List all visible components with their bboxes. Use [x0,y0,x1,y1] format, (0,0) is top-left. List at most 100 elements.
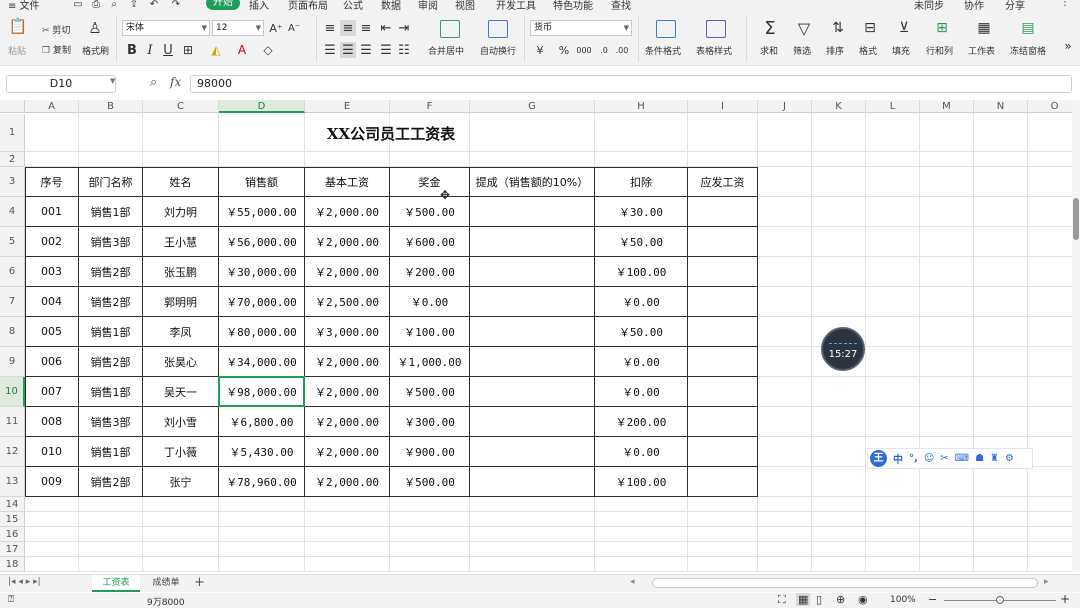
format-button[interactable]: 格式 [859,44,877,57]
table-cell[interactable]: 001 [25,197,79,227]
table-cell[interactable]: ￥0.00 [595,437,688,467]
formula-input[interactable]: 98000 [190,75,1072,93]
table-cell[interactable]: ￥0.00 [595,287,688,317]
row-col-button[interactable]: 行和列 [926,44,953,57]
table-cell[interactable] [470,197,595,227]
table-cell[interactable] [688,467,758,497]
table-cell[interactable]: ￥500.00 [390,467,470,497]
column-header[interactable]: N [974,100,1028,113]
menu-insert[interactable]: 插入 [249,0,269,12]
wrap-text-button[interactable]: 自动换行 [480,44,516,57]
table-cell[interactable]: ￥900.00 [390,437,470,467]
worksheet-button[interactable]: 工作表 [968,44,995,57]
vertical-scroll-thumb[interactable] [1073,198,1079,240]
row-header[interactable]: 16 [0,527,25,542]
menu-view[interactable]: 视图 [455,0,475,12]
table-header-cell[interactable]: 序号 [25,167,79,197]
copy-button[interactable]: ❐ 复制 [42,43,71,56]
table-cell[interactable]: ￥200.00 [390,257,470,287]
menu-review[interactable]: 审阅 [418,0,438,12]
percent-icon[interactable]: % [556,42,572,58]
table-cell[interactable] [470,287,595,317]
select-all-corner[interactable] [0,100,25,113]
row-header[interactable]: 6 [0,257,25,287]
table-cell[interactable]: 销售2部 [79,467,143,497]
table-cell[interactable]: ￥2,000.00 [305,257,390,287]
number-format-select[interactable]: 货币 ▼ [530,20,632,36]
font-size-select[interactable]: 12 ▼ [212,20,264,36]
table-cell[interactable]: ￥6,800.00 [219,407,305,437]
eye-icon[interactable]: ◉ [858,593,868,606]
align-right-icon[interactable]: ☰ [358,42,374,58]
indent-decrease-icon[interactable]: ⇤ [378,20,394,36]
table-cell[interactable]: 010 [25,437,79,467]
table-cell[interactable]: 销售2部 [79,287,143,317]
table-cell[interactable]: 王小慧 [143,227,219,257]
table-cell[interactable] [688,377,758,407]
increase-decimal-icon[interactable]: .0 [596,42,612,58]
table-cell[interactable]: 李凤 [143,317,219,347]
column-header[interactable]: M [920,100,974,113]
table-cell[interactable]: 005 [25,317,79,347]
table-cell[interactable] [470,257,595,287]
table-header-cell[interactable]: 奖金 [390,167,470,197]
column-header[interactable]: A [25,100,79,113]
indent-increase-icon[interactable]: ⇥ [396,20,412,36]
row-header[interactable]: 2 [0,152,25,167]
row-header[interactable]: 5 [0,227,25,257]
table-cell[interactable]: ￥50.00 [595,227,688,257]
page-break-icon[interactable]: ⊕ [836,593,845,606]
column-header[interactable]: K [812,100,866,113]
column-header[interactable]: F [390,100,470,113]
table-cell[interactable]: 丁小薇 [143,437,219,467]
zoom-in-icon[interactable]: + [1060,592,1070,606]
underline-icon[interactable]: U [160,42,176,58]
column-header[interactable]: H [595,100,688,113]
table-cell[interactable]: 销售2部 [79,347,143,377]
row-header[interactable]: 14 [0,497,25,512]
table-cell[interactable] [470,317,595,347]
table-cell[interactable]: 004 [25,287,79,317]
row-header[interactable]: 11 [0,407,25,437]
sync-status[interactable]: 未同步 [914,0,944,12]
name-box[interactable]: D10 [6,75,116,93]
table-cell[interactable]: ￥100.00 [390,317,470,347]
column-header[interactable]: G [470,100,595,113]
format-painter-button[interactable]: 格式刷 [82,44,109,57]
table-cell[interactable] [470,467,595,497]
table-cell[interactable]: 张昊心 [143,347,219,377]
table-cell[interactable] [688,317,758,347]
row-header[interactable]: 7 [0,287,25,317]
distribute-icon[interactable]: ☷ [396,42,412,58]
zoom-out-icon[interactable]: − [928,593,937,606]
conditional-format-button[interactable]: 条件格式 [645,44,681,57]
row-header[interactable]: 17 [0,542,25,557]
bold-icon[interactable]: B [124,42,140,58]
table-cell[interactable]: ￥78,960.00 [219,467,305,497]
emoji-icon[interactable]: ☺ [924,453,934,464]
table-cell[interactable]: ￥80,000.00 [219,317,305,347]
column-header[interactable]: J [758,100,812,113]
table-cell[interactable]: ￥500.00 [390,197,470,227]
decrease-decimal-icon[interactable]: .00 [614,42,630,58]
table-cell[interactable]: ￥2,500.00 [305,287,390,317]
table-cell[interactable]: ￥2,000.00 [305,197,390,227]
table-cell[interactable]: ￥200.00 [595,407,688,437]
table-cell[interactable]: ￥30.00 [595,197,688,227]
fill-button[interactable]: 填充 [892,44,910,57]
collaborate-button[interactable]: 协作 [964,0,984,12]
column-header[interactable]: L [866,100,920,113]
normal-view-icon[interactable]: ▦ [796,593,811,606]
thousands-icon[interactable]: 000 [576,42,592,58]
table-cell[interactable]: 销售1部 [79,437,143,467]
table-cell[interactable]: 003 [25,257,79,287]
tab-nav-icon[interactable]: |◂ ◂ ▸ ▸| [8,577,41,587]
table-header-cell[interactable]: 应发工资 [688,167,758,197]
table-cell[interactable]: ￥1,000.00 [390,347,470,377]
align-middle-icon[interactable]: ≡ [340,20,356,36]
table-cell[interactable]: 销售1部 [79,317,143,347]
table-cell[interactable]: ￥3,000.00 [305,317,390,347]
menu-developer[interactable]: 开发工具 [496,0,536,12]
row-header[interactable]: 3 [0,167,25,197]
sheet-title[interactable]: XX公司员工工资表 [25,114,757,152]
